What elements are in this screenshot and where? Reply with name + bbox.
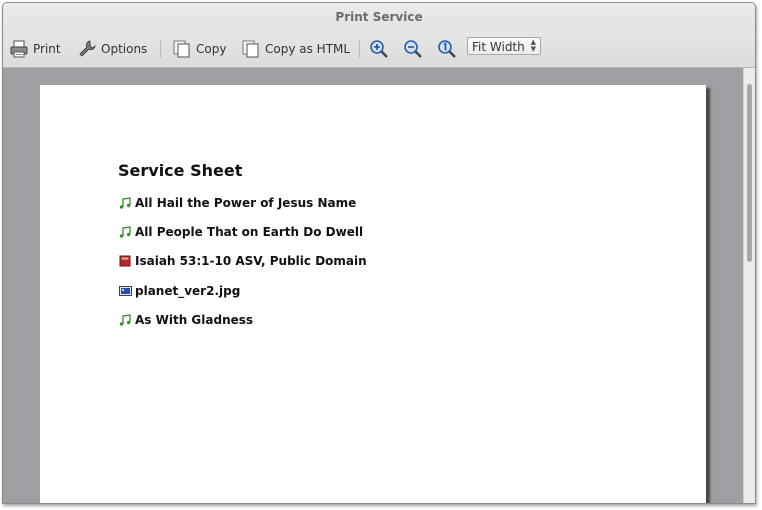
service-item-label: planet_ver2.jpg bbox=[135, 284, 241, 298]
copy-html-icon bbox=[241, 39, 261, 59]
print-button[interactable]: Print bbox=[9, 37, 61, 61]
preview-page: Service Sheet All Hail the Power of Jesu… bbox=[40, 85, 706, 503]
zoom-out-icon bbox=[403, 39, 423, 59]
copy-icon bbox=[172, 39, 192, 59]
service-item: Isaiah 53:1-10 ASV, Public Domain bbox=[118, 252, 367, 270]
zoom-original-icon bbox=[437, 39, 457, 59]
service-item-label: All Hail the Power of Jesus Name bbox=[135, 196, 357, 210]
copy-as-html-label: Copy as HTML bbox=[265, 42, 351, 56]
bible-icon bbox=[118, 254, 132, 268]
copy-as-html-button[interactable]: Copy as HTML bbox=[241, 37, 350, 61]
zoom-in-icon bbox=[369, 39, 389, 59]
printer-icon bbox=[9, 39, 29, 59]
song-icon bbox=[118, 225, 132, 239]
service-item-label: All People That on Earth Do Dwell bbox=[135, 225, 364, 239]
spin-arrows-icon: ▲ ▼ bbox=[530, 38, 536, 53]
zoom-original-button[interactable] bbox=[437, 37, 461, 61]
toolbar-separator bbox=[359, 40, 360, 58]
toolbar-separator bbox=[160, 40, 161, 58]
scrollbar-thumb[interactable] bbox=[747, 84, 752, 262]
zoom-in-button[interactable] bbox=[369, 37, 393, 61]
service-item: All Hail the Power of Jesus Name bbox=[118, 194, 356, 212]
options-button[interactable]: Options bbox=[77, 37, 147, 61]
print-service-window: Print Service Print Options Copy Copy as… bbox=[2, 2, 756, 504]
print-label: Print bbox=[33, 42, 61, 56]
service-item: planet_ver2.jpg bbox=[118, 282, 240, 300]
wrench-icon bbox=[77, 39, 97, 59]
sheet-title: Service Sheet bbox=[118, 161, 243, 180]
image-icon bbox=[118, 284, 132, 298]
copy-label: Copy bbox=[196, 42, 227, 56]
service-item: As With Gladness bbox=[118, 311, 253, 329]
vertical-scrollbar[interactable] bbox=[743, 68, 755, 503]
copy-button[interactable]: Copy bbox=[172, 37, 226, 61]
zoom-out-button[interactable] bbox=[403, 37, 427, 61]
zoom-mode-value: Fit Width bbox=[472, 40, 525, 54]
song-icon bbox=[118, 196, 132, 210]
song-icon bbox=[118, 313, 132, 327]
service-item-label: As With Gladness bbox=[135, 313, 254, 327]
preview-viewport: Service Sheet All Hail the Power of Jesu… bbox=[3, 68, 743, 503]
zoom-mode-select[interactable]: Fit Width ▲ ▼ bbox=[467, 37, 541, 55]
options-label: Options bbox=[101, 42, 148, 56]
window-title: Print Service bbox=[3, 3, 755, 31]
toolbar: Print Options Copy Copy as HTML bbox=[3, 31, 755, 68]
service-item: All People That on Earth Do Dwell bbox=[118, 223, 363, 241]
service-item-label: Isaiah 53:1-10 ASV, Public Domain bbox=[135, 254, 367, 268]
